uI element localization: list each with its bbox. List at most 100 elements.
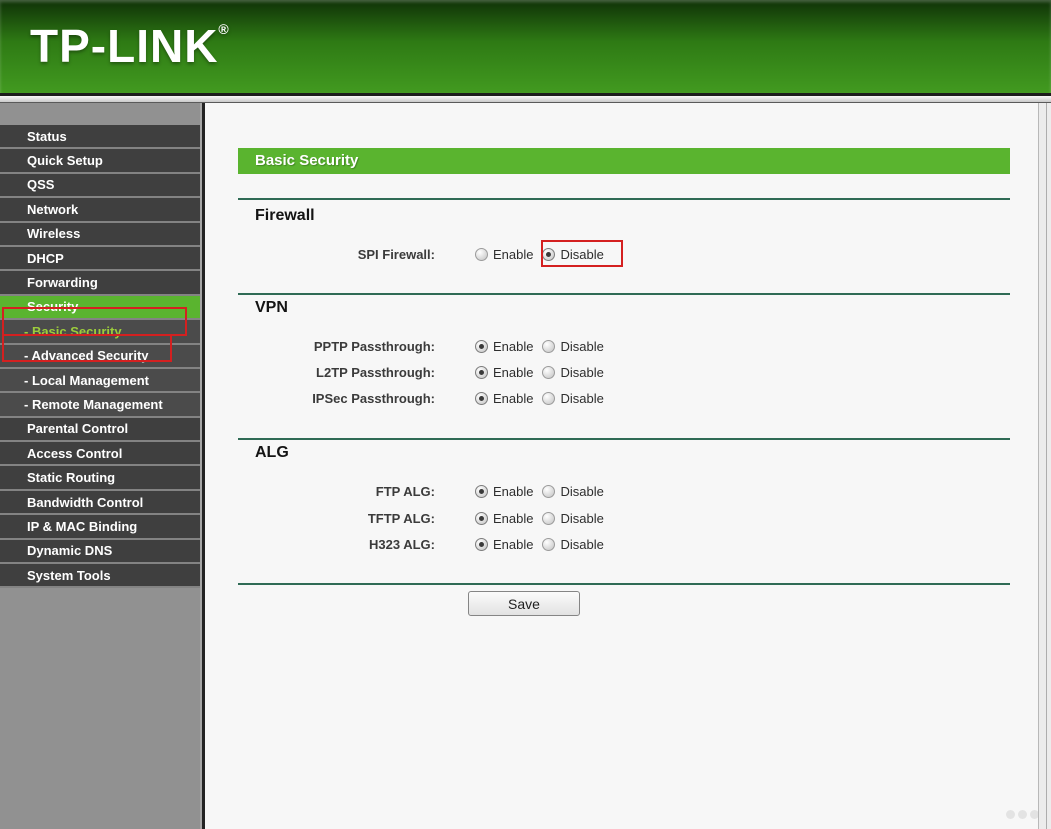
radio-button-icon[interactable]	[475, 484, 488, 498]
content-area: Basic Security Firewall VPN ALG SPI Fire…	[205, 103, 1051, 829]
sidebar-item-label: Network	[27, 201, 79, 217]
sidebar-item-label: DHCP	[27, 250, 64, 266]
radio-button-icon[interactable]	[542, 339, 556, 353]
section-heading-alg: ALG	[255, 444, 289, 461]
right-edge-strip	[1038, 103, 1051, 829]
sidebar-item-forwarding[interactable]: Forwarding	[0, 271, 200, 296]
field-label: SPI Firewall:	[357, 246, 435, 262]
sidebar-item-label: Security	[27, 299, 79, 315]
sidebar-item-label: Static Routing	[27, 470, 116, 486]
save-button[interactable]: Save	[468, 591, 580, 616]
radio-button-icon[interactable]	[475, 511, 488, 525]
header-divider-light	[0, 96, 1051, 103]
radio-option-enable[interactable]: Enable	[475, 537, 533, 552]
sidebar-item-dynamic-dns[interactable]: Dynamic DNS	[0, 539, 200, 565]
sidebar-item-label: Quick Setup	[27, 153, 103, 169]
radio-button-icon[interactable]	[542, 511, 556, 525]
sidebar-nav: Status Quick Setup QSS Network Wireless …	[0, 103, 200, 829]
sidebar-item-label: Forwarding	[27, 275, 98, 291]
form-row-ftp-alg: FTP ALG: Enable Disable	[205, 478, 865, 504]
radio-button-icon[interactable]	[475, 391, 488, 405]
radio-option-disable[interactable]: Disable	[542, 483, 604, 499]
sidebar-item-label: Status	[27, 128, 67, 144]
sidebar-item-parental-control[interactable]: Parental Control	[0, 417, 200, 443]
section-heading-vpn: VPN	[255, 299, 288, 316]
radio-label: Enable	[493, 536, 534, 552]
form-row-tftp-alg: TFTP ALG: Enable Disable	[205, 505, 865, 531]
radio-label: Enable	[493, 510, 534, 526]
radio-button-icon[interactable]	[542, 365, 556, 379]
sidebar-item-label: - Basic Security	[24, 323, 122, 339]
registered-mark: ®	[218, 21, 230, 37]
logo-text: TP-LINK	[30, 20, 219, 72]
radio-option-enable[interactable]: Enable	[475, 247, 533, 262]
sidebar-item-qss[interactable]: QSS	[0, 173, 200, 199]
radio-button-icon[interactable]	[475, 537, 488, 551]
field-label: L2TP Passthrough:	[316, 364, 435, 380]
radio-option-enable[interactable]: Enable	[475, 339, 533, 354]
sidebar-item-wireless[interactable]: Wireless	[0, 222, 200, 247]
radio-button-icon[interactable]	[542, 537, 556, 551]
sidebar-item-status[interactable]: Status	[0, 125, 200, 150]
radio-option-enable[interactable]: Enable	[475, 365, 533, 380]
watermark-dots-icon	[1006, 810, 1039, 819]
radio-button-icon[interactable]	[475, 339, 488, 353]
radio-label: Enable	[493, 483, 534, 499]
radio-label: Disable	[560, 483, 604, 499]
radio-label: Disable	[560, 510, 604, 526]
sidebar-item-label: - Local Management	[24, 372, 149, 388]
radio-option-disable[interactable]: Disable	[542, 338, 604, 354]
radio-button-icon[interactable]	[542, 391, 556, 405]
radio-label: Disable	[560, 536, 604, 552]
tp-link-logo: TP-LINK®	[30, 19, 230, 73]
radio-option-enable[interactable]: Enable	[475, 391, 533, 406]
radio-button-icon[interactable]	[475, 365, 488, 379]
field-label: PPTP Passthrough:	[313, 338, 435, 354]
radio-option-disable[interactable]: Disable	[542, 364, 604, 380]
radio-option-disable[interactable]: Disable	[542, 390, 604, 406]
sidebar-item-network[interactable]: Network	[0, 198, 200, 223]
sidebar-item-basic-security[interactable]: - Basic Security	[0, 320, 200, 345]
radio-button-icon[interactable]	[542, 247, 556, 261]
form-row-pptp-passthrough: PPTP Passthrough: Enable Disable	[205, 333, 865, 359]
radio-label: Disable	[560, 338, 604, 354]
sidebar-item-security[interactable]: Security	[0, 295, 200, 321]
field-label: FTP ALG:	[375, 483, 435, 499]
sidebar-item-label: - Remote Management	[24, 396, 163, 412]
radio-option-disable[interactable]: Disable	[542, 536, 604, 552]
sidebar-item-static-routing[interactable]: Static Routing	[0, 466, 200, 491]
sidebar-item-label: - Advanced Security	[24, 348, 149, 364]
sidebar-item-remote-management[interactable]: - Remote Management	[0, 393, 200, 418]
sidebar-item-system-tools[interactable]: System Tools	[0, 564, 200, 589]
radio-label: Enable	[493, 390, 534, 406]
radio-label: Enable	[493, 246, 534, 262]
sidebar-item-quick-setup[interactable]: Quick Setup	[0, 149, 200, 174]
page-title: Basic Security	[238, 148, 1010, 174]
form-row-ipsec-passthrough: IPSec Passthrough: Enable Disable	[205, 385, 865, 411]
radio-label: Enable	[493, 364, 534, 380]
radio-option-enable[interactable]: Enable	[475, 511, 533, 526]
sidebar-item-dhcp[interactable]: DHCP	[0, 246, 200, 272]
radio-option-disable[interactable]: Disable	[542, 510, 604, 526]
radio-button-icon[interactable]	[542, 484, 556, 498]
form-row-h323-alg: H323 ALG: Enable Disable	[205, 531, 865, 557]
sidebar-item-label: QSS	[27, 177, 55, 193]
sidebar-item-advanced-security[interactable]: - Advanced Security	[0, 344, 200, 369]
radio-label: Disable	[560, 246, 604, 262]
form-row-spi-firewall: SPI Firewall: Enable Disable	[205, 241, 865, 267]
sidebar-item-bandwidth-control[interactable]: Bandwidth Control	[0, 490, 200, 516]
section-heading-firewall: Firewall	[255, 207, 315, 224]
sidebar-item-label: Access Control	[27, 445, 123, 461]
radio-option-enable[interactable]: Enable	[475, 484, 533, 499]
sidebar-item-label: IP & MAC Binding	[27, 518, 138, 534]
sidebar-item-label: System Tools	[27, 567, 111, 583]
sidebar-item-ip-mac-binding[interactable]: IP & MAC Binding	[0, 515, 200, 540]
radio-label: Disable	[560, 364, 604, 380]
sidebar-item-local-management[interactable]: - Local Management	[0, 368, 200, 394]
section-separator	[238, 583, 1010, 585]
radio-label: Disable	[560, 390, 604, 406]
radio-button-icon[interactable]	[475, 247, 488, 261]
sidebar-item-label: Dynamic DNS	[27, 543, 113, 559]
radio-option-disable[interactable]: Disable	[542, 246, 604, 262]
sidebar-item-access-control[interactable]: Access Control	[0, 442, 200, 467]
